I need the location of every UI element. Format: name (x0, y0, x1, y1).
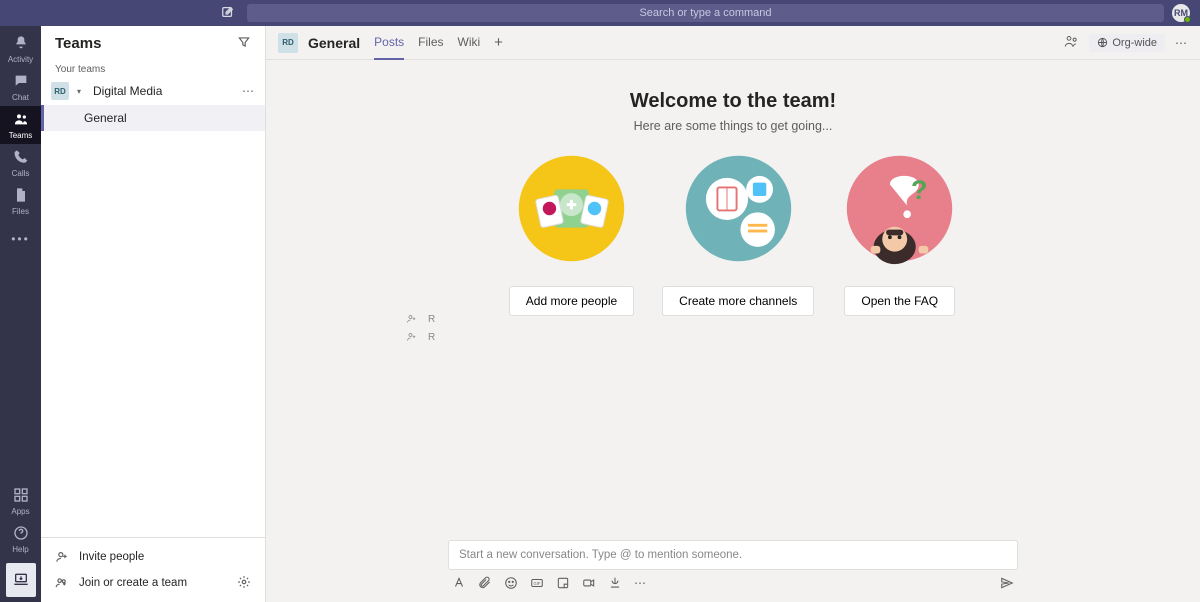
tab-label: Files (418, 35, 443, 49)
tab-label: Posts (374, 35, 404, 49)
system-message-row: R (406, 328, 435, 346)
welcome-title: Welcome to the team! (286, 90, 1180, 113)
section-your-teams: Your teams (41, 60, 265, 77)
privacy-label: Org-wide (1112, 37, 1157, 49)
person-add-icon (406, 331, 418, 343)
main-pane: RD General Posts Files Wiki + Org-wide ⋯… (266, 26, 1200, 602)
gif-icon[interactable]: GIF (530, 576, 544, 590)
open-faq-button[interactable]: Open the FAQ (844, 286, 955, 316)
person-add-icon (406, 313, 418, 325)
org-chart-icon[interactable] (1064, 34, 1079, 52)
sticker-icon[interactable] (556, 576, 570, 590)
teams-icon (13, 111, 29, 130)
card-create-channels: Create more channels (662, 151, 814, 316)
apps-icon (13, 487, 29, 506)
new-chat-icon[interactable] (221, 5, 235, 22)
faq-illustration: ? (842, 151, 957, 266)
channel-header-title: General (308, 35, 360, 51)
system-messages: R R (406, 310, 435, 346)
svg-text:GIF: GIF (534, 581, 541, 586)
ellipsis-icon: ••• (11, 232, 30, 246)
svg-text:?: ? (911, 175, 927, 205)
rail-label: Chat (12, 93, 29, 102)
attach-icon[interactable] (478, 576, 492, 590)
panel-title: Teams (55, 35, 101, 52)
card-add-people: Add more people (509, 151, 634, 316)
app-rail: Activity Chat Teams Calls Files ••• Apps (0, 26, 41, 602)
emoji-icon[interactable] (504, 576, 518, 590)
rail-more[interactable]: ••• (0, 220, 41, 258)
team-row[interactable]: RD ▾ Digital Media ⋯ (41, 77, 265, 105)
file-icon (13, 187, 29, 206)
rail-label: Calls (12, 169, 30, 178)
teams-panel: Teams Your teams RD ▾ Digital Media ⋯ Ge… (41, 26, 266, 602)
rail-label: Help (12, 545, 28, 554)
download-icon (13, 571, 29, 590)
rail-item-teams[interactable]: Teams (0, 106, 41, 144)
presence-available-icon (1184, 16, 1191, 23)
rail-item-activity[interactable]: Activity (0, 30, 41, 68)
rail-item-chat[interactable]: Chat (0, 68, 41, 106)
rail-item-files[interactable]: Files (0, 182, 41, 220)
channel-header: RD General Posts Files Wiki + Org-wide ⋯ (266, 26, 1200, 60)
channel-more-icon[interactable]: ⋯ (1175, 36, 1188, 50)
bell-icon (13, 35, 29, 54)
team-tile: RD (51, 82, 69, 100)
privacy-pill[interactable]: Org-wide (1089, 34, 1165, 52)
chevron-down-icon: ▾ (77, 87, 85, 96)
search-input[interactable]: Search or type a command (247, 4, 1164, 22)
phone-icon (13, 149, 29, 168)
team-more-icon[interactable]: ⋯ (242, 84, 255, 98)
channel-header-tile: RD (278, 33, 298, 53)
invite-people-button[interactable]: Invite people (41, 544, 265, 570)
globe-icon (1097, 37, 1108, 48)
add-people-button[interactable]: Add more people (509, 286, 634, 316)
chat-icon (13, 73, 29, 92)
rail-download-app[interactable] (6, 563, 36, 597)
send-icon[interactable] (1000, 576, 1014, 590)
filter-icon[interactable] (237, 35, 251, 52)
tab-files[interactable]: Files (418, 26, 443, 60)
create-channels-button[interactable]: Create more channels (662, 286, 814, 316)
help-icon (13, 525, 29, 544)
channel-name: General (84, 111, 127, 125)
system-message-text: R (428, 332, 435, 343)
channel-row-general[interactable]: General (41, 105, 265, 131)
rail-label: Teams (9, 131, 33, 140)
join-label: Join or create a team (79, 577, 187, 589)
create-channels-illustration (681, 151, 796, 266)
system-message-row: R (406, 310, 435, 328)
card-open-faq: ? Open the FAQ (842, 151, 957, 316)
meet-now-icon[interactable] (582, 576, 596, 590)
compose-more-icon[interactable]: ⋯ (634, 576, 647, 590)
team-name: Digital Media (93, 84, 234, 98)
search-placeholder-text: Search or type a command (639, 7, 771, 19)
rail-label: Apps (11, 507, 29, 516)
welcome-card: Welcome to the team! Here are some thing… (286, 90, 1180, 316)
title-bar: Search or type a command RM (0, 0, 1200, 26)
user-avatar[interactable]: RM (1172, 4, 1190, 22)
join-create-team-button[interactable]: Join or create a team (41, 570, 265, 596)
compose-placeholder: Start a new conversation. Type @ to ment… (459, 549, 742, 561)
compose-input[interactable]: Start a new conversation. Type @ to ment… (448, 540, 1018, 570)
compose-area: Start a new conversation. Type @ to ment… (448, 540, 1018, 590)
invite-label: Invite people (79, 551, 144, 563)
gear-icon[interactable] (237, 575, 251, 592)
tab-wiki[interactable]: Wiki (458, 26, 481, 60)
person-add-icon (55, 550, 69, 564)
stream-icon[interactable] (608, 576, 622, 590)
rail-label: Files (12, 207, 29, 216)
rail-item-help[interactable]: Help (0, 520, 41, 558)
tab-label: Wiki (458, 35, 481, 49)
system-message-text: R (428, 314, 435, 325)
rail-item-apps[interactable]: Apps (0, 482, 41, 520)
tab-posts[interactable]: Posts (374, 26, 404, 60)
format-icon[interactable] (452, 576, 466, 590)
rail-label: Activity (8, 55, 33, 64)
teams-add-icon (55, 576, 69, 590)
rail-item-calls[interactable]: Calls (0, 144, 41, 182)
add-tab-icon[interactable]: + (490, 34, 507, 51)
add-people-illustration (514, 151, 629, 266)
welcome-subtitle: Here are some things to get going... (286, 119, 1180, 133)
